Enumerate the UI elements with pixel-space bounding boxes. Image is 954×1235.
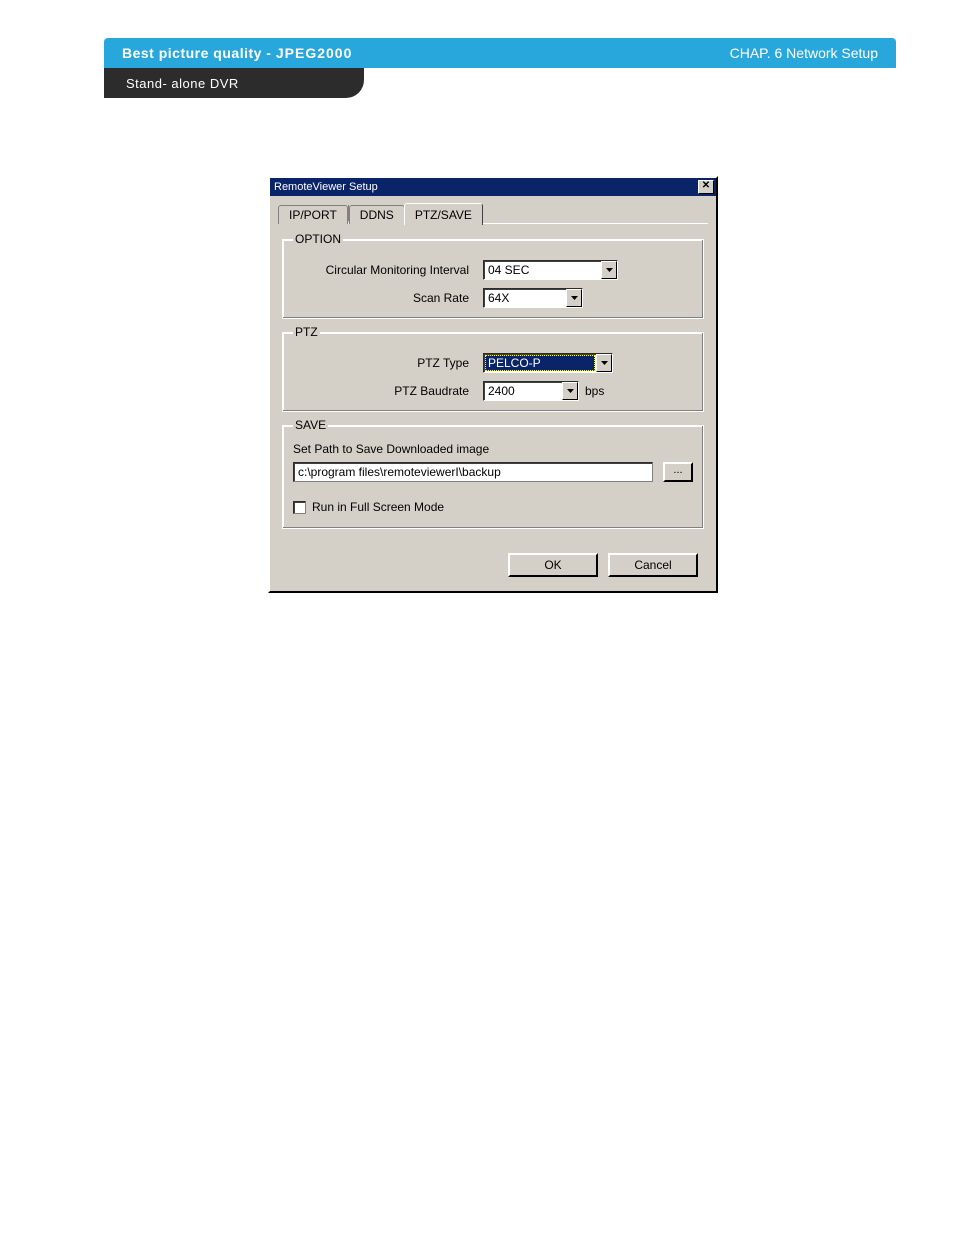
page-header: Best picture quality - JPEG2000 CHAP. 6 … [104, 38, 896, 68]
chevron-down-icon[interactable] [601, 261, 617, 279]
save-legend: SAVE [293, 418, 328, 432]
ptz-baud-unit: bps [585, 384, 604, 398]
dialog-title: RemoteViewer Setup [274, 181, 378, 193]
tab-ddns[interactable]: DDNS [349, 205, 405, 224]
fullscreen-checkbox[interactable] [293, 501, 306, 514]
dialog-body: IP/PORT DDNS PTZ/SAVE OPTION Circular Mo… [270, 196, 716, 591]
remoteviewer-setup-dialog: RemoteViewer Setup ✕ IP/PORT DDNS PTZ/SA… [268, 176, 718, 593]
tab-ptz-save[interactable]: PTZ/SAVE [404, 203, 483, 225]
ptz-group: PTZ PTZ Type PELCO-P PTZ Baudrate [282, 325, 704, 412]
header-right: CHAP. 6 Network Setup [730, 45, 878, 61]
save-group: SAVE Set Path to Save Downloaded image c… [282, 418, 704, 529]
tab-ip-port[interactable]: IP/PORT [278, 205, 348, 224]
ptz-baud-value: 2400 [484, 384, 562, 398]
tab-row: IP/PORT DDNS PTZ/SAVE [278, 202, 708, 224]
ptz-type-value: PELCO-P [485, 355, 595, 371]
header-prefix: Best picture quality - [122, 45, 276, 61]
interval-label: Circular Monitoring Interval [293, 263, 483, 277]
dialog-titlebar[interactable]: RemoteViewer Setup ✕ [270, 178, 716, 196]
save-path-input[interactable]: c:\program files\remoteviewerI\backup [293, 462, 653, 482]
close-button[interactable]: ✕ [698, 180, 714, 194]
fullscreen-label: Run in Full Screen Mode [312, 500, 444, 514]
header-bold: JPEG2000 [276, 45, 353, 61]
chevron-down-icon[interactable] [566, 289, 582, 307]
scanrate-value: 64X [484, 291, 566, 305]
subheader-text: Stand- alone DVR [126, 76, 239, 91]
ptz-baud-combo[interactable]: 2400 [483, 381, 579, 401]
ptz-legend: PTZ [293, 325, 320, 339]
ptz-type-label: PTZ Type [293, 356, 483, 370]
close-icon: ✕ [702, 180, 710, 191]
cancel-button[interactable]: Cancel [608, 553, 698, 577]
option-legend: OPTION [293, 232, 343, 246]
chevron-down-icon[interactable] [562, 382, 578, 400]
scanrate-combo[interactable]: 64X [483, 288, 583, 308]
dialog-button-row: OK Cancel [278, 539, 708, 583]
chevron-down-icon[interactable] [596, 354, 612, 372]
ptz-baud-label: PTZ Baudrate [293, 384, 483, 398]
page-subheader: Stand- alone DVR [104, 68, 364, 98]
ptz-type-combo[interactable]: PELCO-P [483, 353, 613, 373]
browse-button[interactable]: ... [663, 462, 693, 482]
ok-button[interactable]: OK [508, 553, 598, 577]
header-left: Best picture quality - JPEG2000 [122, 45, 352, 61]
interval-value: 04 SEC [484, 263, 601, 277]
interval-combo[interactable]: 04 SEC [483, 260, 618, 280]
scanrate-label: Scan Rate [293, 291, 483, 305]
option-group: OPTION Circular Monitoring Interval 04 S… [282, 232, 704, 319]
tab-panel-ptz-save: OPTION Circular Monitoring Interval 04 S… [278, 223, 708, 539]
save-path-label: Set Path to Save Downloaded image [293, 442, 693, 456]
